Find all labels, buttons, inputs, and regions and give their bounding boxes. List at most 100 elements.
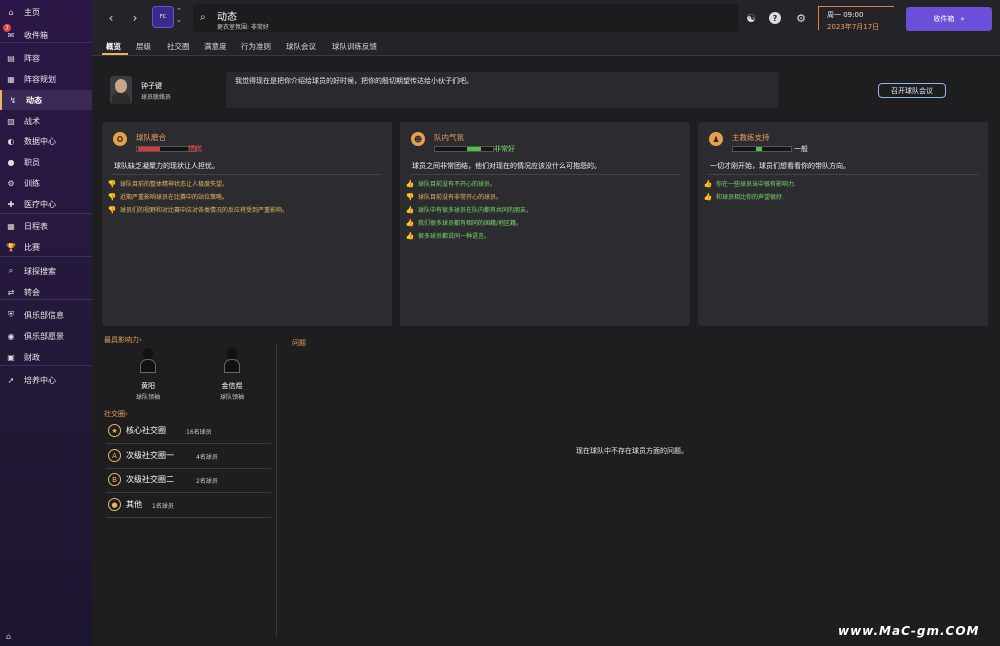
column-divider [276, 344, 277, 636]
sidebar-item-development[interactable]: ➚ 培养中心 [0, 370, 92, 390]
sidebar-item-label: 财政 [24, 352, 40, 362]
unread-badge: 7 [3, 24, 11, 32]
tab-2[interactable]: 社交圈 [167, 41, 190, 52]
issues-title: 问题 [292, 339, 306, 347]
card-bullet: 👍 和球员相比你的声望很好. [704, 192, 784, 202]
help-icon[interactable]: ? [769, 12, 781, 24]
sidebar-item-squad[interactable]: ▤ 阵容 [0, 48, 92, 68]
club-vision-icon: ◉ [7, 331, 15, 341]
social-group-name: 次级社交圈二 [126, 475, 174, 484]
search-box[interactable]: ⌕ 动态 更衣室氛围: 非常好 [193, 4, 738, 32]
card-title[interactable]: 球队磨合 [136, 132, 166, 143]
thumbs-up-icon: 👍 [405, 205, 415, 214]
double-chevron-right-icon: » [960, 15, 965, 23]
club-switch-chevron-icon[interactable]: ⌃ ⌄ [176, 7, 182, 25]
influential-player[interactable]: 金信煜 球队领袖 [202, 348, 262, 401]
cohesion-icon: ✪ [113, 132, 127, 146]
tab-0[interactable]: 概览 [106, 41, 121, 52]
brain-icon[interactable]: ☯ [744, 11, 758, 25]
social-group-badge-icon: ● [108, 498, 121, 511]
coach-name[interactable]: 钟子键 [141, 81, 162, 91]
team-meeting-button[interactable]: 召开球队会议 [878, 83, 946, 98]
continue-inbox-button[interactable]: 收件箱 » [906, 7, 992, 31]
sidebar-item-squad-planner[interactable]: ▦ 阵容规划 [0, 69, 92, 89]
sidebar-item-club-vision[interactable]: ◉ 俱乐部愿景 [0, 326, 92, 346]
bullet-text: 球员们的视野和对比赛中应对各类情况的反应将受到严重影响。 [120, 207, 289, 214]
rating-meter [434, 146, 494, 152]
social-group-badge-icon: B [108, 473, 121, 486]
tab-1[interactable]: 层级 [136, 41, 151, 52]
coach-role: 球员联络员 [141, 94, 172, 101]
sidebar-item-label: 阵容规划 [24, 74, 56, 84]
bullet-text: 球队中有很多球员在队内都有共同的朋友。 [418, 207, 533, 214]
sidebar-item-data-hub[interactable]: ◐ 数据中心 [0, 131, 92, 151]
card-bullet: 👎 球队目前的整体精神状态让人极度失望。 [107, 179, 228, 189]
card-divider [112, 174, 382, 175]
rating-label: 非常好 [494, 145, 515, 153]
thumbs-down-icon: 👎 [107, 205, 117, 214]
card-summary: 一切才刚开始，球员们想看看你的带队方向。 [710, 162, 850, 170]
thumbs-up-icon: 👍 [405, 218, 415, 227]
main-content: 钟子键 球员联络员 我觉得现在是把你介绍给球员的好时候，把你的殷切期望传达给小伙… [92, 56, 1000, 646]
card-title[interactable]: 队内气氛 [434, 132, 464, 143]
avatar[interactable] [110, 76, 132, 104]
sidebar-item-inbox[interactable]: ✉ 7 收件箱 [0, 24, 92, 45]
home-small-icon[interactable]: ⌂ [6, 632, 11, 641]
social-group-row[interactable]: A 次级社交圈一 4名球员 [106, 445, 271, 469]
sidebar-item-label: 球探搜索 [24, 266, 56, 276]
sidebar-item-home[interactable]: ⌂ 主页 [0, 2, 92, 22]
bullet-text: 我们很多球员都有相同的国籍/地区籍。 [418, 220, 523, 227]
scouting-icon: ⌕ [8, 266, 14, 275]
sidebar-item-label: 转会 [24, 287, 40, 297]
rating-meter [136, 146, 196, 152]
sidebar-item-club-info[interactable]: ⛨ 俱乐部信息 [0, 305, 92, 325]
gear-icon[interactable]: ⚙ [794, 11, 808, 25]
sidebar-item-finances[interactable]: ▣ 财政 [0, 347, 92, 367]
most-influential-title[interactable]: 最具影响力› [104, 335, 142, 345]
sidebar: ⌂ 主页 ✉ 7 收件箱 ▤ 阵容 ▦ 阵容规划 ↯ 动态 ▨ 战术 ◐ 数据中心 ● 职员 ⚙ 训练 ✚ 医疗中心 ▦ 日… [0, 0, 92, 646]
thumbs-down-icon: 👎 [107, 179, 117, 188]
tab-5[interactable]: 球队会议 [286, 41, 316, 52]
development-icon: ➚ [7, 375, 15, 385]
sidebar-item-label: 医疗中心 [24, 199, 56, 209]
sidebar-item-competitions[interactable]: 🏆 比赛 [0, 237, 92, 257]
back-button[interactable]: ‹ [104, 11, 118, 25]
rating-meter [732, 146, 792, 152]
sidebar-item-tactics[interactable]: ▨ 战术 [0, 111, 92, 131]
sidebar-item-medical[interactable]: ✚ 医疗中心 [0, 194, 92, 214]
coach-message-row: 钟子键 球员联络员 我觉得现在是把你介绍给球员的好时候，把你的殷切期望传达给小伙… [102, 72, 992, 112]
sidebar-item-training[interactable]: ⚙ 训练 [0, 173, 92, 193]
page-subtitle: 更衣室氛围: 非常好 [217, 24, 269, 31]
search-icon: ⌕ [200, 12, 206, 23]
influential-player[interactable]: 黄阳 球队领袖 [118, 348, 178, 401]
dynamics-card: ✪ 球队磨合 糟糕 球队缺乏凝聚力的现状让人担忧。 👎 球队目前的整体精神状态让人极度失望… [102, 122, 392, 326]
issues-empty-message: 现在球队中不存在球员方面的问题。 [576, 447, 688, 455]
club-crest-icon[interactable]: FC [152, 6, 174, 28]
finances-icon: ▣ [7, 352, 15, 362]
data-hub-icon: ◐ [7, 136, 15, 146]
sidebar-item-scouting[interactable]: ⌕ 球探搜索 [0, 261, 92, 281]
rating-meter-fill [467, 147, 481, 151]
card-bullet: 👎 球员们的视野和对比赛中应对各类情况的反应将受到严重影响。 [107, 205, 289, 215]
social-group-row[interactable]: ● 其他 1名球员 [106, 494, 271, 518]
staff-icon: ● [7, 157, 15, 167]
social-group-name: 核心社交圈 [126, 426, 166, 435]
sidebar-item-transfers[interactable]: ⇄ 转会 [0, 282, 92, 302]
sidebar-item-label: 主页 [24, 7, 40, 17]
date-display[interactable]: 周一 09:00 2023年7月17日 [818, 6, 894, 31]
watermark: www.MaC-gm.COM [838, 624, 980, 638]
social-group-row[interactable]: ★ 核心社交圈 16名球员 [106, 420, 271, 444]
tab-4[interactable]: 行为准则 [241, 41, 271, 52]
player-name: 黄阳 [141, 382, 155, 390]
bullet-text: 你在一些球员当中很有影响力. [716, 181, 796, 188]
tab-6[interactable]: 球队训练反馈 [332, 41, 377, 52]
sidebar-item-dynamics[interactable]: ↯ 动态 [0, 90, 92, 110]
card-title[interactable]: 主教练支持 [732, 132, 770, 143]
sidebar-item-schedule[interactable]: ▦ 日程表 [0, 216, 92, 236]
social-group-row[interactable]: B 次级社交圈二 2名球员 [106, 469, 271, 493]
social-groups-title[interactable]: 社交圈› [104, 409, 128, 419]
sidebar-item-staff[interactable]: ● 职员 [0, 152, 92, 172]
forward-button[interactable]: › [128, 11, 142, 25]
card-bullet: 👍 球队中有很多球员在队内都有共同的朋友。 [405, 205, 533, 215]
tab-3[interactable]: 满意度 [204, 41, 227, 52]
